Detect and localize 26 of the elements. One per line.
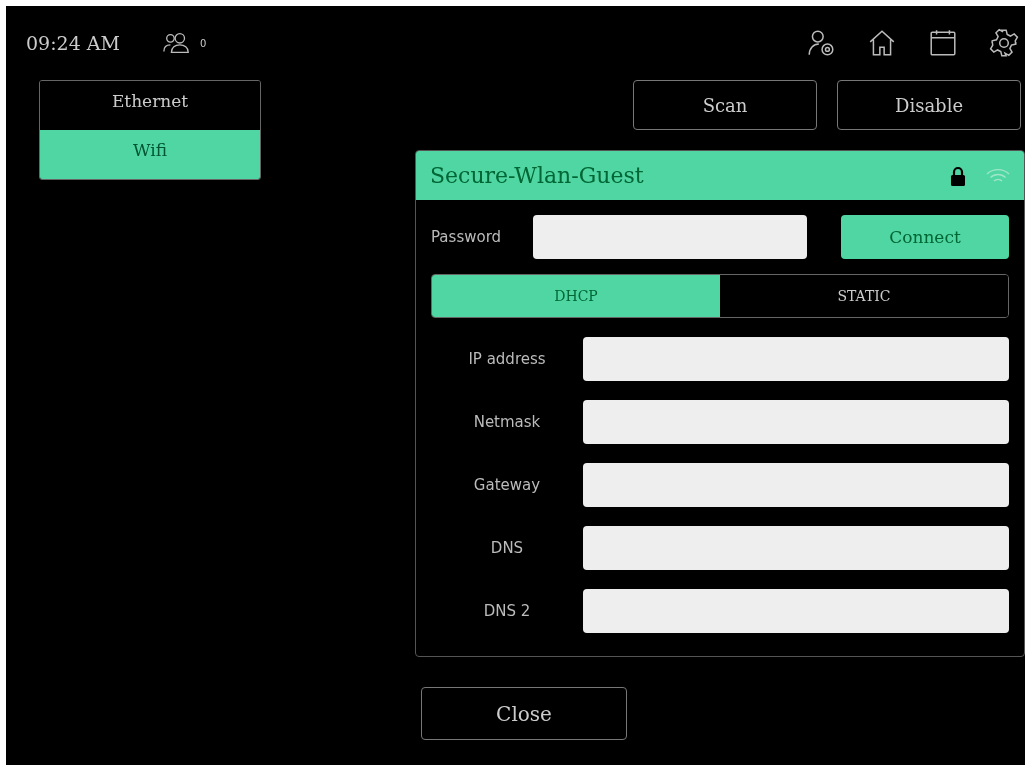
field-label: IP address <box>467 350 547 368</box>
connect-button[interactable]: Connect <box>841 215 1009 259</box>
wifi-icon <box>986 167 1010 184</box>
user-settings-icon[interactable] <box>806 28 836 58</box>
field-label: DNS 2 <box>482 602 532 620</box>
input-field[interactable] <box>583 526 1009 570</box>
mode-tab[interactable]: DHCP <box>432 275 720 317</box>
field-label: Netmask <box>472 413 542 431</box>
input-field[interactable] <box>583 400 1009 444</box>
field-label: DNS <box>489 539 525 557</box>
user-count: 0 <box>200 37 207 49</box>
password-field[interactable] <box>533 215 807 259</box>
action-button[interactable]: Scan <box>633 80 817 130</box>
input-field[interactable] <box>583 463 1009 507</box>
network-name: Secure-Wlan-Guest <box>430 163 645 188</box>
field-label: Gateway <box>472 476 542 494</box>
calendar-icon[interactable] <box>928 28 958 58</box>
clock-time: 09:24 AM <box>26 32 120 54</box>
action-button[interactable]: Disable <box>837 80 1021 130</box>
settings-icon[interactable] <box>989 28 1019 58</box>
home-icon[interactable] <box>867 28 897 58</box>
close-button[interactable]: Close <box>421 687 627 740</box>
input-field[interactable] <box>583 337 1009 381</box>
interface-tab[interactable]: Wifi <box>40 130 260 179</box>
input-field[interactable] <box>583 589 1009 633</box>
password-label: Password <box>431 228 503 246</box>
